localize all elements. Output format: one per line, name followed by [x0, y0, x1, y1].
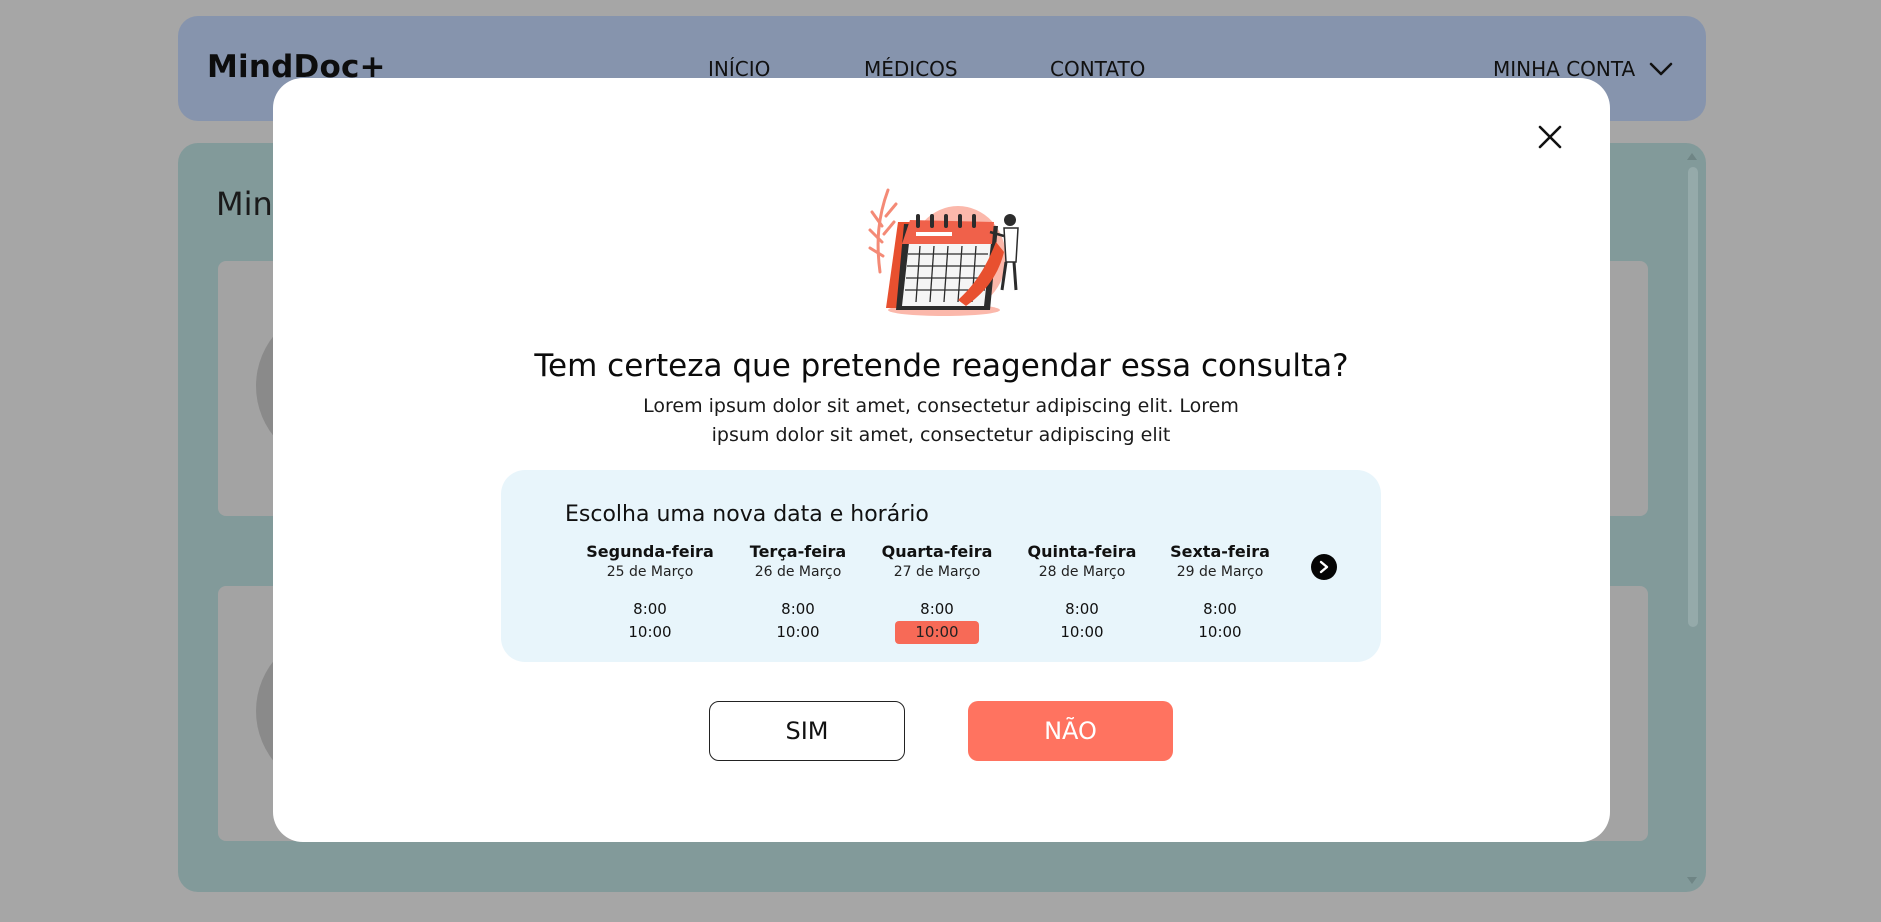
schedule-title: Escolha uma nova data e horário	[565, 502, 929, 527]
time-slot[interactable]: 10:00	[1040, 621, 1124, 644]
close-button[interactable]	[1535, 122, 1565, 152]
day-name: Segunda-feira	[586, 542, 714, 561]
chevron-right-icon	[1319, 560, 1329, 574]
time-slot[interactable]: 8:00	[1178, 598, 1262, 621]
time-slot[interactable]: 8:00	[895, 598, 979, 621]
time-slot[interactable]: 10:00	[608, 621, 692, 644]
time-slot-selected[interactable]: 10:00	[895, 621, 979, 644]
day-column-segunda: Segunda-feira 25 de Março 8:00 10:00	[575, 542, 725, 644]
scroll-down-arrow[interactable]	[1687, 877, 1697, 884]
calendar-illustration	[868, 188, 1019, 316]
time-slot[interactable]: 10:00	[756, 621, 840, 644]
day-name: Sexta-feira	[1170, 542, 1270, 561]
day-name: Quinta-feira	[1027, 542, 1137, 561]
time-slot[interactable]: 8:00	[756, 598, 840, 621]
reschedule-modal: Tem certeza que pretende reagendar essa …	[273, 78, 1610, 842]
page-title: Min	[216, 185, 273, 223]
scrollbar[interactable]	[1688, 167, 1698, 627]
chevron-down-icon	[1649, 62, 1673, 76]
modal-title: Tem certeza que pretende reagendar essa …	[534, 348, 1349, 384]
day-date: 25 de Março	[606, 564, 694, 580]
day-name: Quarta-feira	[881, 542, 993, 561]
schedule-picker: Escolha uma nova data e horário Segunda-…	[501, 470, 1381, 662]
day-date: 26 de Março	[754, 564, 842, 580]
day-name: Terça-feira	[749, 542, 847, 561]
day-column-sexta: Sexta-feira 29 de Março 8:00 10:00	[1145, 542, 1295, 644]
close-icon	[1538, 125, 1562, 149]
time-slot[interactable]: 8:00	[608, 598, 692, 621]
confirm-yes-button[interactable]: SIM	[709, 701, 905, 761]
time-slot[interactable]: 8:00	[1040, 598, 1124, 621]
day-date: 29 de Março	[1176, 564, 1264, 580]
confirm-no-button[interactable]: NÃO	[968, 701, 1173, 761]
modal-description: Lorem ipsum dolor sit amet, consectetur …	[643, 395, 1239, 446]
day-column-terca: Terça-feira 26 de Março 8:00 10:00	[723, 542, 873, 644]
day-date: 27 de Março	[893, 564, 981, 580]
next-week-button[interactable]	[1311, 554, 1337, 580]
time-slot[interactable]: 10:00	[1178, 621, 1262, 644]
scroll-up-arrow[interactable]	[1687, 153, 1697, 160]
day-column-quarta: Quarta-feira 27 de Março 8:00 10:00	[862, 542, 1012, 644]
day-date: 28 de Março	[1038, 564, 1126, 580]
day-column-quinta: Quinta-feira 28 de Março 8:00 10:00	[1007, 542, 1157, 644]
